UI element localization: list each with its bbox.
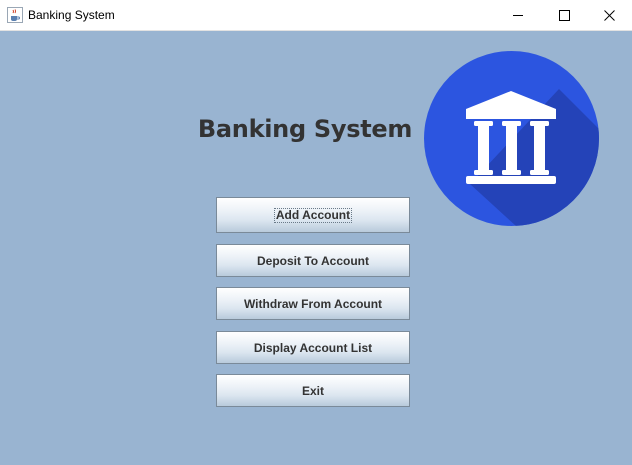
maximize-icon xyxy=(558,9,570,21)
minimize-button[interactable] xyxy=(495,0,541,30)
app-window: Banking System Banking System Add Accoun… xyxy=(0,0,632,465)
java-cup-icon xyxy=(7,7,23,23)
add-account-label: Add Account xyxy=(273,207,353,223)
page-title: Banking System xyxy=(197,115,413,143)
display-account-list-label: Display Account List xyxy=(253,340,373,355)
close-icon xyxy=(603,9,615,21)
maximize-button[interactable] xyxy=(541,0,587,30)
exit-button[interactable]: Exit xyxy=(216,374,410,407)
deposit-to-account-button[interactable]: Deposit To Account xyxy=(216,244,410,277)
bank-building-icon xyxy=(424,51,599,226)
minimize-icon xyxy=(512,14,523,16)
withdraw-from-account-label: Withdraw From Account xyxy=(243,296,383,311)
window-title: Banking System xyxy=(28,8,115,22)
close-button[interactable] xyxy=(586,0,632,30)
withdraw-from-account-button[interactable]: Withdraw From Account xyxy=(216,287,410,320)
display-account-list-button[interactable]: Display Account List xyxy=(216,331,410,364)
add-account-button[interactable]: Add Account xyxy=(216,197,410,233)
deposit-to-account-label: Deposit To Account xyxy=(257,253,369,268)
exit-label: Exit xyxy=(301,383,324,398)
title-bar[interactable]: Banking System xyxy=(0,0,632,31)
